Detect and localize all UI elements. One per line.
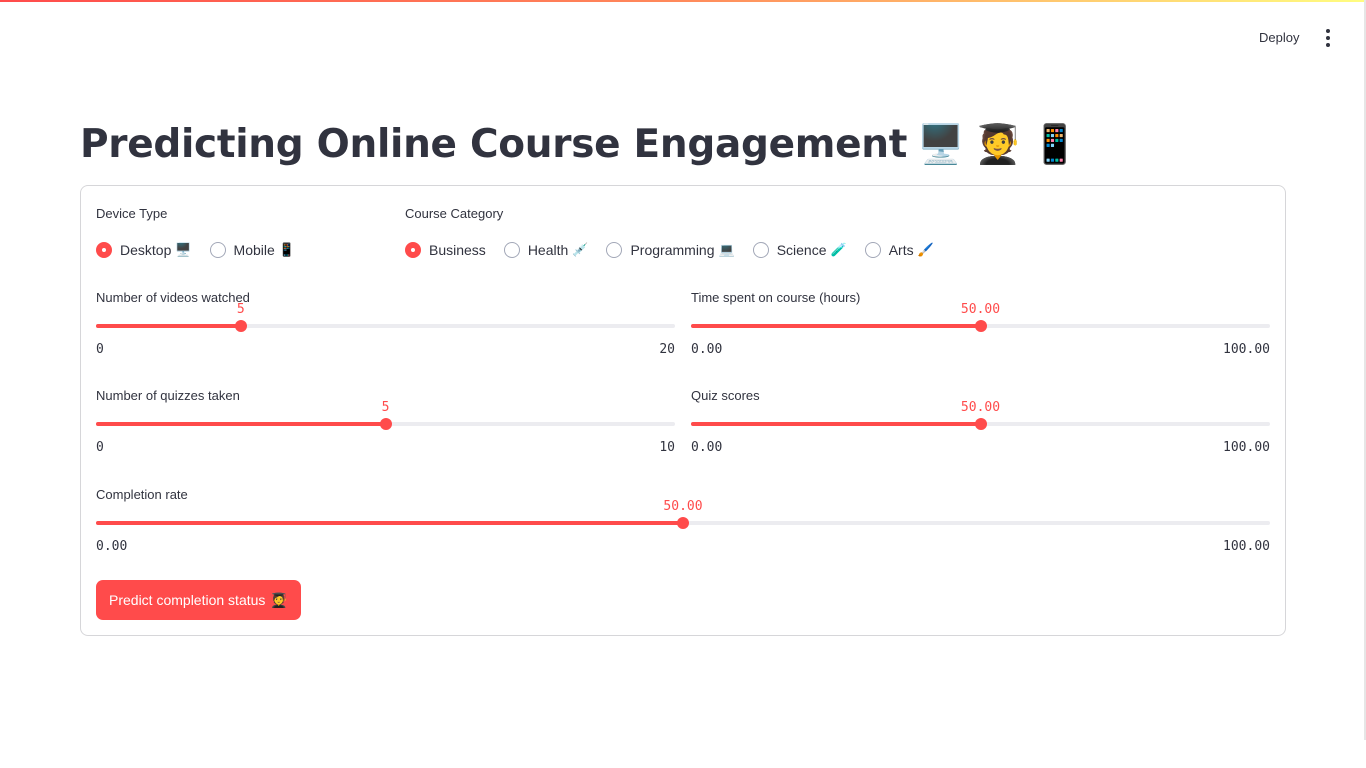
- radio-button-checked[interactable]: [96, 242, 112, 258]
- radio-button[interactable]: [752, 242, 769, 258]
- slider-min-label: 0.00: [691, 440, 723, 455]
- test-tube-icon: 🧪: [830, 242, 847, 257]
- radio-arts[interactable]: Arts 🖌️: [864, 240, 934, 260]
- radio-label: Health: [527, 242, 569, 258]
- prediction-form: Device Type Desktop 🖥️ Mobile 📱 Course C…: [80, 185, 1286, 636]
- desktop-computer-icon: 🖥️: [175, 242, 192, 257]
- radio-programming[interactable]: Programming 💻: [606, 240, 735, 260]
- time-spent-slider[interactable]: Time spent on course (hours) 50.00 0.00 …: [691, 290, 1270, 365]
- deploy-button[interactable]: Deploy: [1249, 26, 1309, 50]
- app-header: Deploy: [0, 2, 1366, 62]
- slider-track[interactable]: [96, 418, 675, 430]
- slider-label: Number of videos watched: [96, 290, 250, 305]
- slider-current-value: 5: [381, 400, 390, 415]
- radio-button[interactable]: [503, 242, 520, 258]
- quizzes-taken-slider[interactable]: Number of quizzes taken 5 0 10: [96, 388, 675, 463]
- radio-label: Mobile: [233, 242, 275, 258]
- syringe-icon: 💉: [572, 242, 589, 257]
- button-label: Predict completion status: [109, 592, 266, 608]
- slider-max-label: 100.00: [1223, 539, 1270, 554]
- slider-current-value: 50.00: [960, 400, 1001, 415]
- device-type-label: Device Type: [96, 206, 168, 221]
- graduate-icon: 🧑‍🎓: [270, 591, 288, 608]
- slider-max-label: 100.00: [1223, 440, 1270, 455]
- radio-science[interactable]: Science 🧪: [752, 240, 847, 260]
- device-type-radio-group: Desktop 🖥️ Mobile 📱: [96, 240, 313, 260]
- page-title-text: Predicting Online Course Engagement: [80, 121, 908, 167]
- slider-min-label: 0.00: [691, 342, 723, 357]
- slider-fill: [691, 324, 981, 328]
- predict-completion-button[interactable]: Predict completion status 🧑‍🎓: [96, 580, 301, 620]
- slider-max-label: 10: [659, 440, 675, 455]
- slider-thumb[interactable]: [379, 418, 392, 430]
- vertical-ellipsis-icon[interactable]: [1316, 24, 1340, 52]
- radio-health[interactable]: Health 💉: [503, 240, 589, 260]
- radio-label: Desktop: [120, 242, 172, 258]
- slider-fill: [96, 521, 683, 525]
- slider-thumb[interactable]: [974, 320, 987, 332]
- radio-label: Science: [776, 242, 827, 258]
- slider-current-value: 50.00: [663, 499, 703, 514]
- radio-button[interactable]: [864, 242, 881, 258]
- desktop-computer-icon: 🖥️: [917, 122, 965, 166]
- slider-min-label: 0: [96, 440, 104, 455]
- mobile-phone-icon: 📱: [278, 242, 295, 257]
- slider-track[interactable]: [96, 517, 1270, 529]
- mobile-phone-icon: 📱: [1031, 122, 1079, 166]
- slider-label: Quiz scores: [691, 388, 760, 403]
- paintbrush-icon: 🖌️: [917, 242, 934, 257]
- slider-fill: [96, 324, 241, 328]
- radio-desktop[interactable]: Desktop 🖥️: [96, 240, 192, 260]
- slider-thumb[interactable]: [974, 418, 987, 430]
- slider-thumb[interactable]: [234, 320, 247, 332]
- slider-fill: [96, 422, 386, 426]
- radio-button[interactable]: [209, 242, 226, 258]
- slider-track[interactable]: [691, 418, 1270, 430]
- laptop-icon: 💻: [718, 242, 735, 257]
- radio-label: Programming: [630, 242, 715, 258]
- radio-business[interactable]: Business: [405, 240, 486, 260]
- graduate-icon: 🧑‍🎓: [974, 122, 1022, 166]
- slider-label: Number of quizzes taken: [96, 388, 240, 403]
- radio-label: Arts: [888, 242, 914, 258]
- course-category-label: Course Category: [405, 206, 504, 221]
- slider-current-value: 5: [236, 302, 245, 317]
- course-category-radio-group: Business Health 💉 Programming 💻 Science …: [405, 240, 952, 260]
- title-emojis: 🖥️ 🧑‍🎓 📱: [917, 125, 1078, 163]
- slider-fill: [691, 422, 981, 426]
- radio-button-checked[interactable]: [405, 242, 421, 258]
- slider-max-label: 20: [659, 342, 675, 357]
- quiz-scores-slider[interactable]: Quiz scores 50.00 0.00 100.00: [691, 388, 1270, 463]
- slider-max-label: 100.00: [1223, 342, 1270, 357]
- radio-label: Business: [429, 242, 486, 258]
- slider-label: Time spent on course (hours): [691, 290, 861, 305]
- page-title: Predicting Online Course Engagement 🖥️ 🧑…: [80, 114, 1078, 174]
- slider-min-label: 0.00: [96, 539, 128, 554]
- slider-current-value: 50.00: [960, 302, 1001, 317]
- slider-track[interactable]: [691, 320, 1270, 332]
- videos-watched-slider[interactable]: Number of videos watched 5 0 20: [96, 290, 675, 365]
- completion-rate-slider[interactable]: Completion rate 50.00 0.00 100.00: [96, 487, 1270, 562]
- radio-mobile[interactable]: Mobile 📱: [209, 240, 295, 260]
- slider-min-label: 0: [96, 342, 104, 357]
- radio-button[interactable]: [606, 242, 623, 258]
- slider-thumb[interactable]: [677, 517, 689, 529]
- slider-label: Completion rate: [96, 487, 188, 502]
- slider-track[interactable]: [96, 320, 675, 332]
